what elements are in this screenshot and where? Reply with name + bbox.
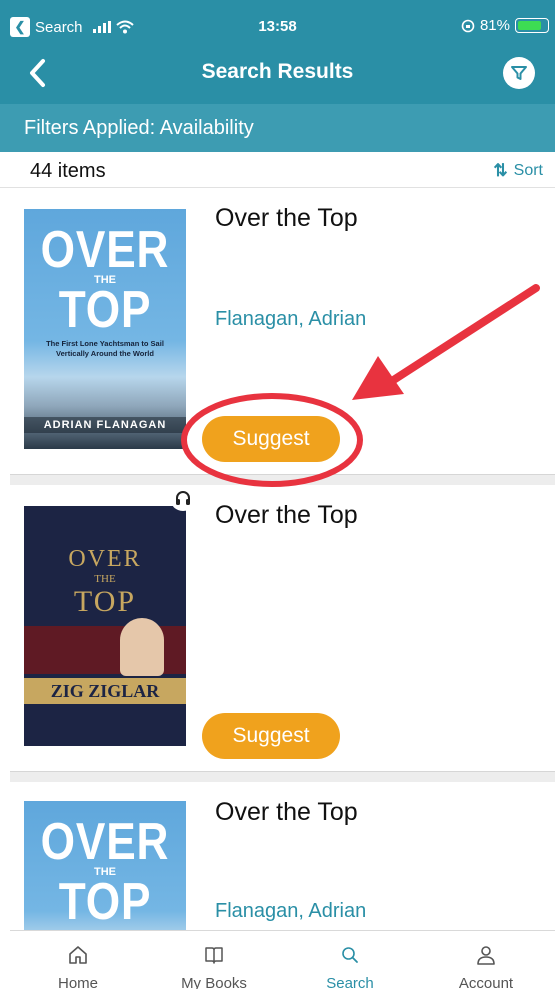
tab-home-label: Home [57, 975, 98, 989]
tab-search[interactable]: Search [282, 931, 418, 989]
cover-title-line-2: THE [94, 573, 116, 585]
book-cover[interactable]: OVER THE TOP The First Lone Yachtsman to… [24, 209, 186, 449]
status-right: 81% [461, 17, 549, 34]
cover-title-line-3: TOP [58, 281, 152, 339]
tab-my-books-label: My Books [181, 975, 247, 989]
home-icon [69, 946, 87, 964]
list-item[interactable]: OVER THE TOP ZIG ZIGLAR Over the Top Sug… [10, 485, 555, 772]
list-item[interactable]: OVER THE TOP The First Lone Yachtsman to… [10, 188, 555, 475]
book-title[interactable]: Over the Top [215, 204, 358, 233]
cover-title-line-1: OVER [40, 221, 170, 279]
account-icon [477, 946, 495, 965]
list-item[interactable]: OVER THE TOP Over the Top Flanagan, Adri… [10, 782, 555, 930]
results-header: 44 items ⇅ Sort [0, 152, 555, 188]
page-title: Search Results [201, 60, 354, 83]
search-icon [342, 947, 358, 963]
book-cover[interactable]: OVER THE TOP [24, 801, 186, 930]
filters-applied-bar[interactable]: Filters Applied: Availability [0, 104, 555, 152]
filter-button[interactable] [503, 57, 535, 89]
book-title[interactable]: Over the Top [215, 798, 358, 827]
headphones-icon [176, 491, 190, 505]
book-title[interactable]: Over the Top [215, 501, 358, 530]
audiobook-badge [170, 485, 196, 511]
cover-title-line-1: OVER [68, 546, 142, 572]
sort-button[interactable]: ⇅ Sort [493, 161, 543, 181]
book-author-link[interactable]: Flanagan, Adrian [215, 900, 366, 923]
battery-icon [515, 18, 549, 33]
tab-home[interactable]: Home [10, 931, 146, 989]
tab-account[interactable]: Account [418, 931, 554, 989]
book-author-link[interactable]: Flanagan, Adrian [215, 308, 366, 331]
cover-portrait [120, 618, 164, 676]
cover-author: ZIG ZIGLAR [24, 678, 186, 704]
tab-search-label: Search [326, 975, 374, 989]
sort-arrows-icon: ⇅ [493, 161, 508, 180]
tab-my-books[interactable]: My Books [146, 931, 282, 989]
battery-percent: 81% [479, 17, 510, 34]
status-bar: ❮ Search 13:58 81% [0, 0, 555, 44]
cover-author: ADRIAN FLANAGAN [24, 417, 186, 433]
rotation-lock-icon [461, 19, 475, 32]
nav-bar: Search Results [0, 44, 555, 104]
book-icon [205, 947, 223, 964]
suggest-button[interactable]: Suggest [202, 713, 340, 759]
results-list[interactable]: OVER THE TOP The First Lone Yachtsman to… [10, 188, 555, 930]
tab-account-label: Account [458, 975, 514, 989]
cover-title-line-3: TOP [73, 585, 137, 618]
sort-label: Sort [513, 162, 543, 179]
filter-icon [511, 66, 527, 80]
suggest-button[interactable]: Suggest [202, 416, 340, 462]
book-cover[interactable]: OVER THE TOP ZIG ZIGLAR [24, 506, 186, 746]
cover-title-line-1: OVER [40, 813, 170, 871]
results-count: 44 items [30, 160, 106, 182]
cover-title-line-3: TOP [58, 873, 152, 930]
bottom-tab-bar: Home My Books Search Account [10, 930, 555, 989]
